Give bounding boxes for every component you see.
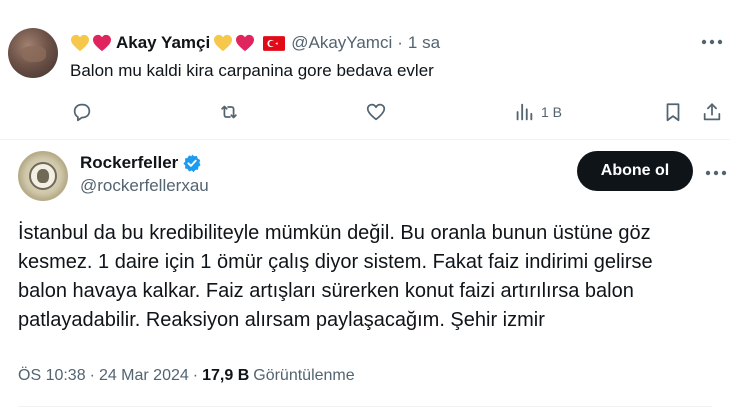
reply-author-handle[interactable]: @AkayYamci [291,33,392,53]
red-heart-icon [93,34,111,52]
main-author-row: Rockerfeller [80,151,202,175]
main-author-handle[interactable]: @rockerfellerxau [80,176,209,196]
like-icon[interactable] [365,101,387,123]
like-action[interactable] [365,100,387,124]
tweet-text-line: kesmez. 1 daire için 1 ömür çalış diyor … [18,251,653,273]
separator-dot: · [397,33,403,52]
avatar[interactable] [8,28,58,78]
bookmark-action[interactable] [662,100,684,124]
reply-author-name[interactable]: Akay Yamçi [116,33,210,53]
tweet-text-line: patlayadabilir. Reaksiyon alırsam paylaş… [18,309,545,331]
divider [18,406,712,407]
divider [0,139,730,140]
separator-dot: · [192,367,199,384]
yellow-heart-icon [71,34,89,52]
reply-timestamp[interactable]: 1 sa [408,33,440,53]
reply-text: Balon mu kaldi kira carpanina gore bedav… [70,61,434,80]
reply-tweet[interactable]: Akay Yamçi @AkayYamci · 1 sa Balon mu ka… [0,0,730,140]
yellow-heart-icon [214,34,233,52]
views-count: 1 B [541,104,563,120]
share-icon[interactable] [701,101,723,123]
separator-dot: · [89,367,95,384]
coin-emblem-icon [29,162,57,190]
views-label: Görüntülenme [253,367,355,384]
tweet-text-line: İstanbul da bu kredibiliteyle mümkün değ… [18,222,651,244]
turkey-flag-icon [263,35,286,51]
reply-icon[interactable] [71,101,93,123]
tweet-time[interactable]: ÖS 10:38 [18,367,86,385]
reply-header: Akay Yamçi @AkayYamci · 1 sa [70,30,440,56]
retweet-action[interactable] [218,100,240,124]
reply-action[interactable] [71,100,93,124]
follow-button[interactable]: Abone ol [577,151,693,191]
views-count: 17,9 B [202,367,250,384]
avatar[interactable] [18,151,68,201]
tweet-text-line: balon havaya kalkar. Faiz artışları süre… [18,280,634,302]
bookmark-icon[interactable] [662,101,684,123]
views-icon[interactable] [513,101,535,123]
red-heart-icon [236,34,255,52]
retweet-icon[interactable] [218,101,240,123]
share-action[interactable] [701,100,723,124]
tweet-date[interactable]: 24 Mar 2024 [99,367,189,385]
more-options-icon[interactable] [705,170,727,176]
main-author-name[interactable]: Rockerfeller [80,153,178,173]
tweet-text: İstanbul da bu kredibiliteyle mümkün değ… [18,219,708,335]
tweet-meta: ÖS 10:38 · 24 Mar 2024 · 17,9 B Görüntül… [18,367,355,385]
verified-badge-icon[interactable] [182,153,202,173]
views-action[interactable]: 1 B [513,100,562,124]
more-options-icon[interactable] [701,39,723,45]
